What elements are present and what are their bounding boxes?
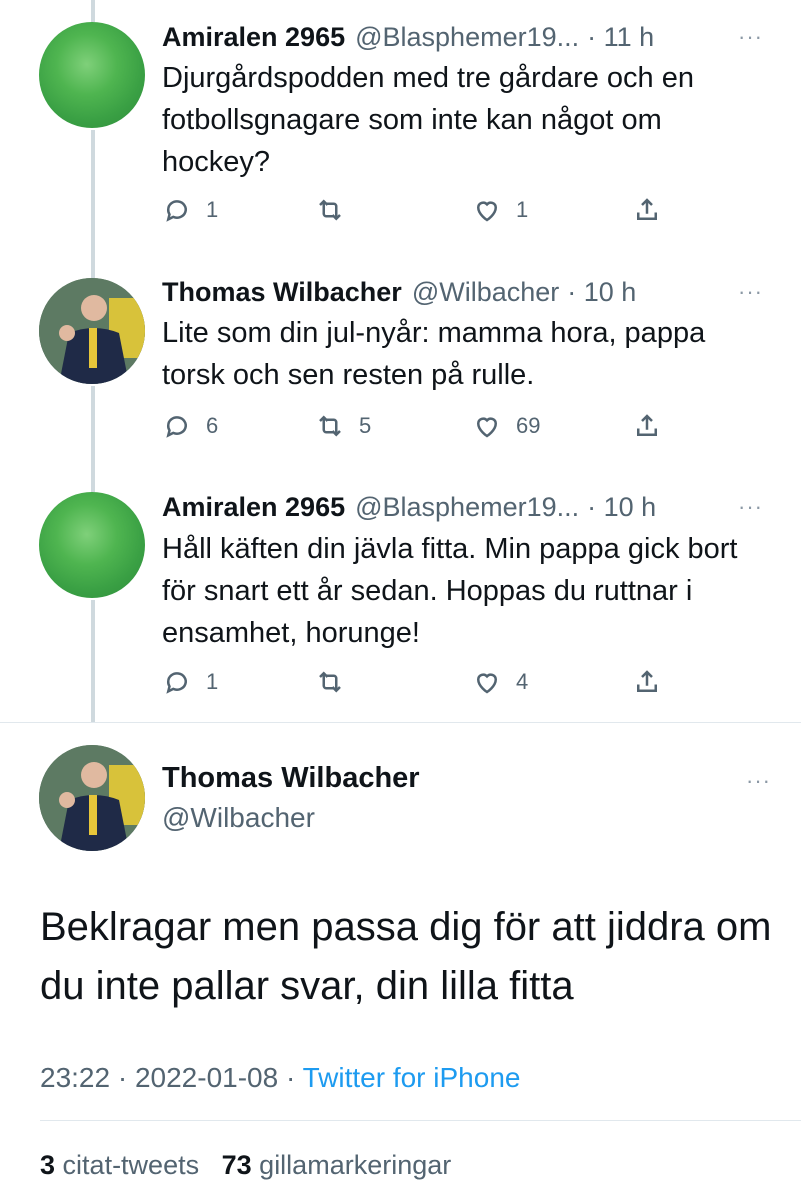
share-icon <box>637 198 657 220</box>
share-button[interactable] <box>632 406 662 446</box>
profile-photo <box>39 745 145 851</box>
action-bar: 1 1 <box>162 190 682 230</box>
quote-count: 3 <box>40 1150 56 1180</box>
tweet-meta: 23:22 · 2022-01-08 · Twitter for iPhone <box>40 1062 520 1094</box>
display-name[interactable]: Amiralen 2965 <box>162 22 345 53</box>
meta-separator: · <box>285 1062 296 1093</box>
tweet-header: Amiralen 2965 @Blasphemer19... · 11 h ··… <box>162 17 781 57</box>
tweet-text: Lite som din jul-nyår: mamma hora, pappa… <box>162 317 706 391</box>
retweet-button[interactable] <box>315 662 359 702</box>
tweet-text: Håll käften din jävla fitta. Min pappa g… <box>162 533 738 649</box>
reply-button[interactable]: 6 <box>162 406 218 446</box>
retweet-icon <box>319 671 341 693</box>
reply-button[interactable]: 1 <box>162 190 218 230</box>
avatar[interactable] <box>39 22 145 128</box>
display-name[interactable]: Thomas Wilbacher <box>162 277 402 308</box>
reply-tweet[interactable]: Amiralen 2965 @Blasphemer19... · 10 h ··… <box>0 480 801 720</box>
more-icon[interactable]: ··· <box>738 24 763 50</box>
timestamp[interactable]: · 10 h <box>587 492 656 523</box>
like-count: 1 <box>516 197 529 222</box>
retweet-button[interactable]: 5 <box>315 406 371 446</box>
tweet-text: Beklragar men passa dig för att jiddra o… <box>40 905 772 1008</box>
more-icon[interactable]: ··· <box>746 768 771 794</box>
share-button[interactable] <box>632 662 662 702</box>
heart-icon <box>476 201 498 222</box>
more-icon[interactable]: ··· <box>738 279 763 305</box>
like-button[interactable]: 69 <box>472 406 540 446</box>
like-label: gillamarkeringar <box>259 1150 452 1180</box>
heart-icon <box>476 673 498 694</box>
speech-bubble-icon <box>166 200 187 222</box>
more-icon[interactable]: ··· <box>738 494 763 520</box>
divider <box>0 722 801 723</box>
share-icon <box>637 414 657 436</box>
display-name[interactable]: Amiralen 2965 <box>162 492 345 523</box>
reply-tweet[interactable]: Amiralen 2965 @Blasphemer19... · 11 h ··… <box>0 0 801 250</box>
reply-count: 1 <box>206 669 219 694</box>
display-name[interactable]: Thomas Wilbacher <box>162 762 420 795</box>
user-handle[interactable]: @Wilbacher <box>162 802 315 834</box>
action-bar: 6 5 69 <box>162 406 682 446</box>
share-icon <box>637 670 657 692</box>
like-count: 73 <box>221 1150 252 1180</box>
like-count: 69 <box>516 413 541 438</box>
reply-button[interactable]: 1 <box>162 662 218 702</box>
quote-tweets-link[interactable]: 3 citat-tweets <box>40 1150 199 1180</box>
reply-tweet[interactable]: Thomas Wilbacher @Wilbacher · 10 h ··· L… <box>0 270 801 470</box>
avatar[interactable] <box>39 278 145 384</box>
tweet-source-link[interactable]: Twitter for iPhone <box>303 1062 521 1093</box>
user-handle[interactable]: @Blasphemer19... <box>355 22 579 53</box>
like-count: 4 <box>516 669 529 694</box>
likes-link[interactable]: 73 gillamarkeringar <box>222 1150 452 1180</box>
action-bar: 1 4 <box>162 662 682 702</box>
share-button[interactable] <box>632 190 662 230</box>
reply-count: 6 <box>206 413 219 438</box>
heart-icon <box>476 417 498 438</box>
user-handle[interactable]: @Blasphemer19... <box>355 492 579 523</box>
retweet-icon <box>319 415 341 437</box>
divider <box>40 1120 801 1121</box>
timestamp[interactable]: · 11 h <box>587 22 654 53</box>
like-button[interactable]: 4 <box>472 662 528 702</box>
quote-label: citat-tweets <box>62 1150 200 1180</box>
tweet-header: Amiralen 2965 @Blasphemer19... · 10 h ··… <box>162 487 781 527</box>
retweet-count: 5 <box>359 413 372 438</box>
reply-count: 1 <box>206 197 219 222</box>
avatar[interactable] <box>39 745 145 851</box>
avatar[interactable] <box>39 492 145 598</box>
retweet-button[interactable] <box>315 190 359 230</box>
tweet-stats: 3 citat-tweets 73 gillamarkeringar <box>40 1150 451 1181</box>
retweet-icon <box>319 199 341 221</box>
speech-bubble-icon <box>166 672 187 694</box>
like-button[interactable]: 1 <box>472 190 528 230</box>
tweet-header: Thomas Wilbacher @Wilbacher · 10 h ··· <box>162 272 781 312</box>
tweet-time: 23:22 <box>40 1062 111 1093</box>
timestamp[interactable]: · 10 h <box>567 277 636 308</box>
user-handle[interactable]: @Wilbacher <box>412 277 559 308</box>
speech-bubble-icon <box>166 416 187 438</box>
profile-photo <box>39 278 145 384</box>
tweet-text: Djurgårdspodden med tre gårdare och en f… <box>162 62 694 178</box>
meta-separator: · <box>117 1062 128 1093</box>
tweet-date: 2022-01-08 <box>134 1062 279 1093</box>
